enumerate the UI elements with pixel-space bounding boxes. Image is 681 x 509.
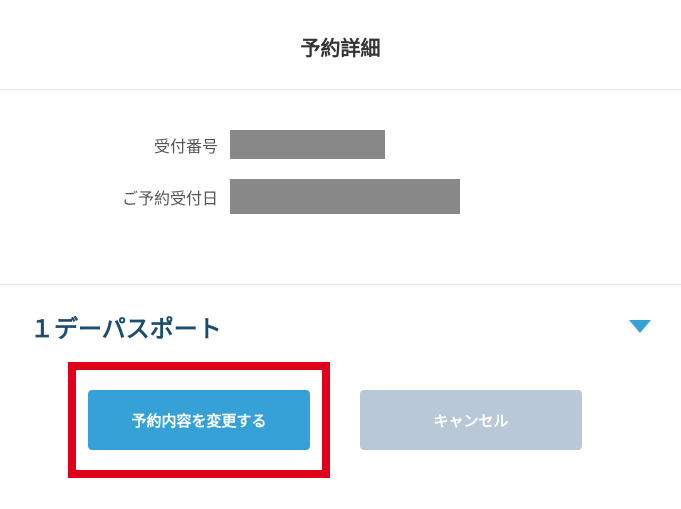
chevron-down-icon (629, 320, 651, 333)
reception-date-label: ご予約受付日 (30, 185, 230, 209)
reception-number-value-redacted (230, 130, 385, 159)
reservation-details: 受付番号 ご予約受付日 (0, 90, 681, 285)
reception-date-row: ご予約受付日 (30, 179, 651, 214)
ticket-section: １デーパスポート 予約内容を変更する キャンセル (0, 285, 681, 478)
change-reservation-button[interactable]: 予約内容を変更する (88, 390, 310, 450)
page-header: 予約詳細 (0, 0, 681, 90)
ticket-actions: 予約内容を変更する キャンセル (68, 362, 651, 478)
ticket-title: １デーパスポート (30, 309, 222, 344)
reception-number-label: 受付番号 (30, 133, 230, 157)
reception-number-row: 受付番号 (30, 130, 651, 159)
reception-date-value-redacted (230, 179, 460, 214)
cancel-button[interactable]: キャンセル (360, 390, 582, 450)
ticket-header[interactable]: １デーパスポート (30, 309, 651, 344)
page-title: 予約詳細 (0, 32, 681, 61)
highlight-annotation: 予約内容を変更する (68, 362, 330, 478)
